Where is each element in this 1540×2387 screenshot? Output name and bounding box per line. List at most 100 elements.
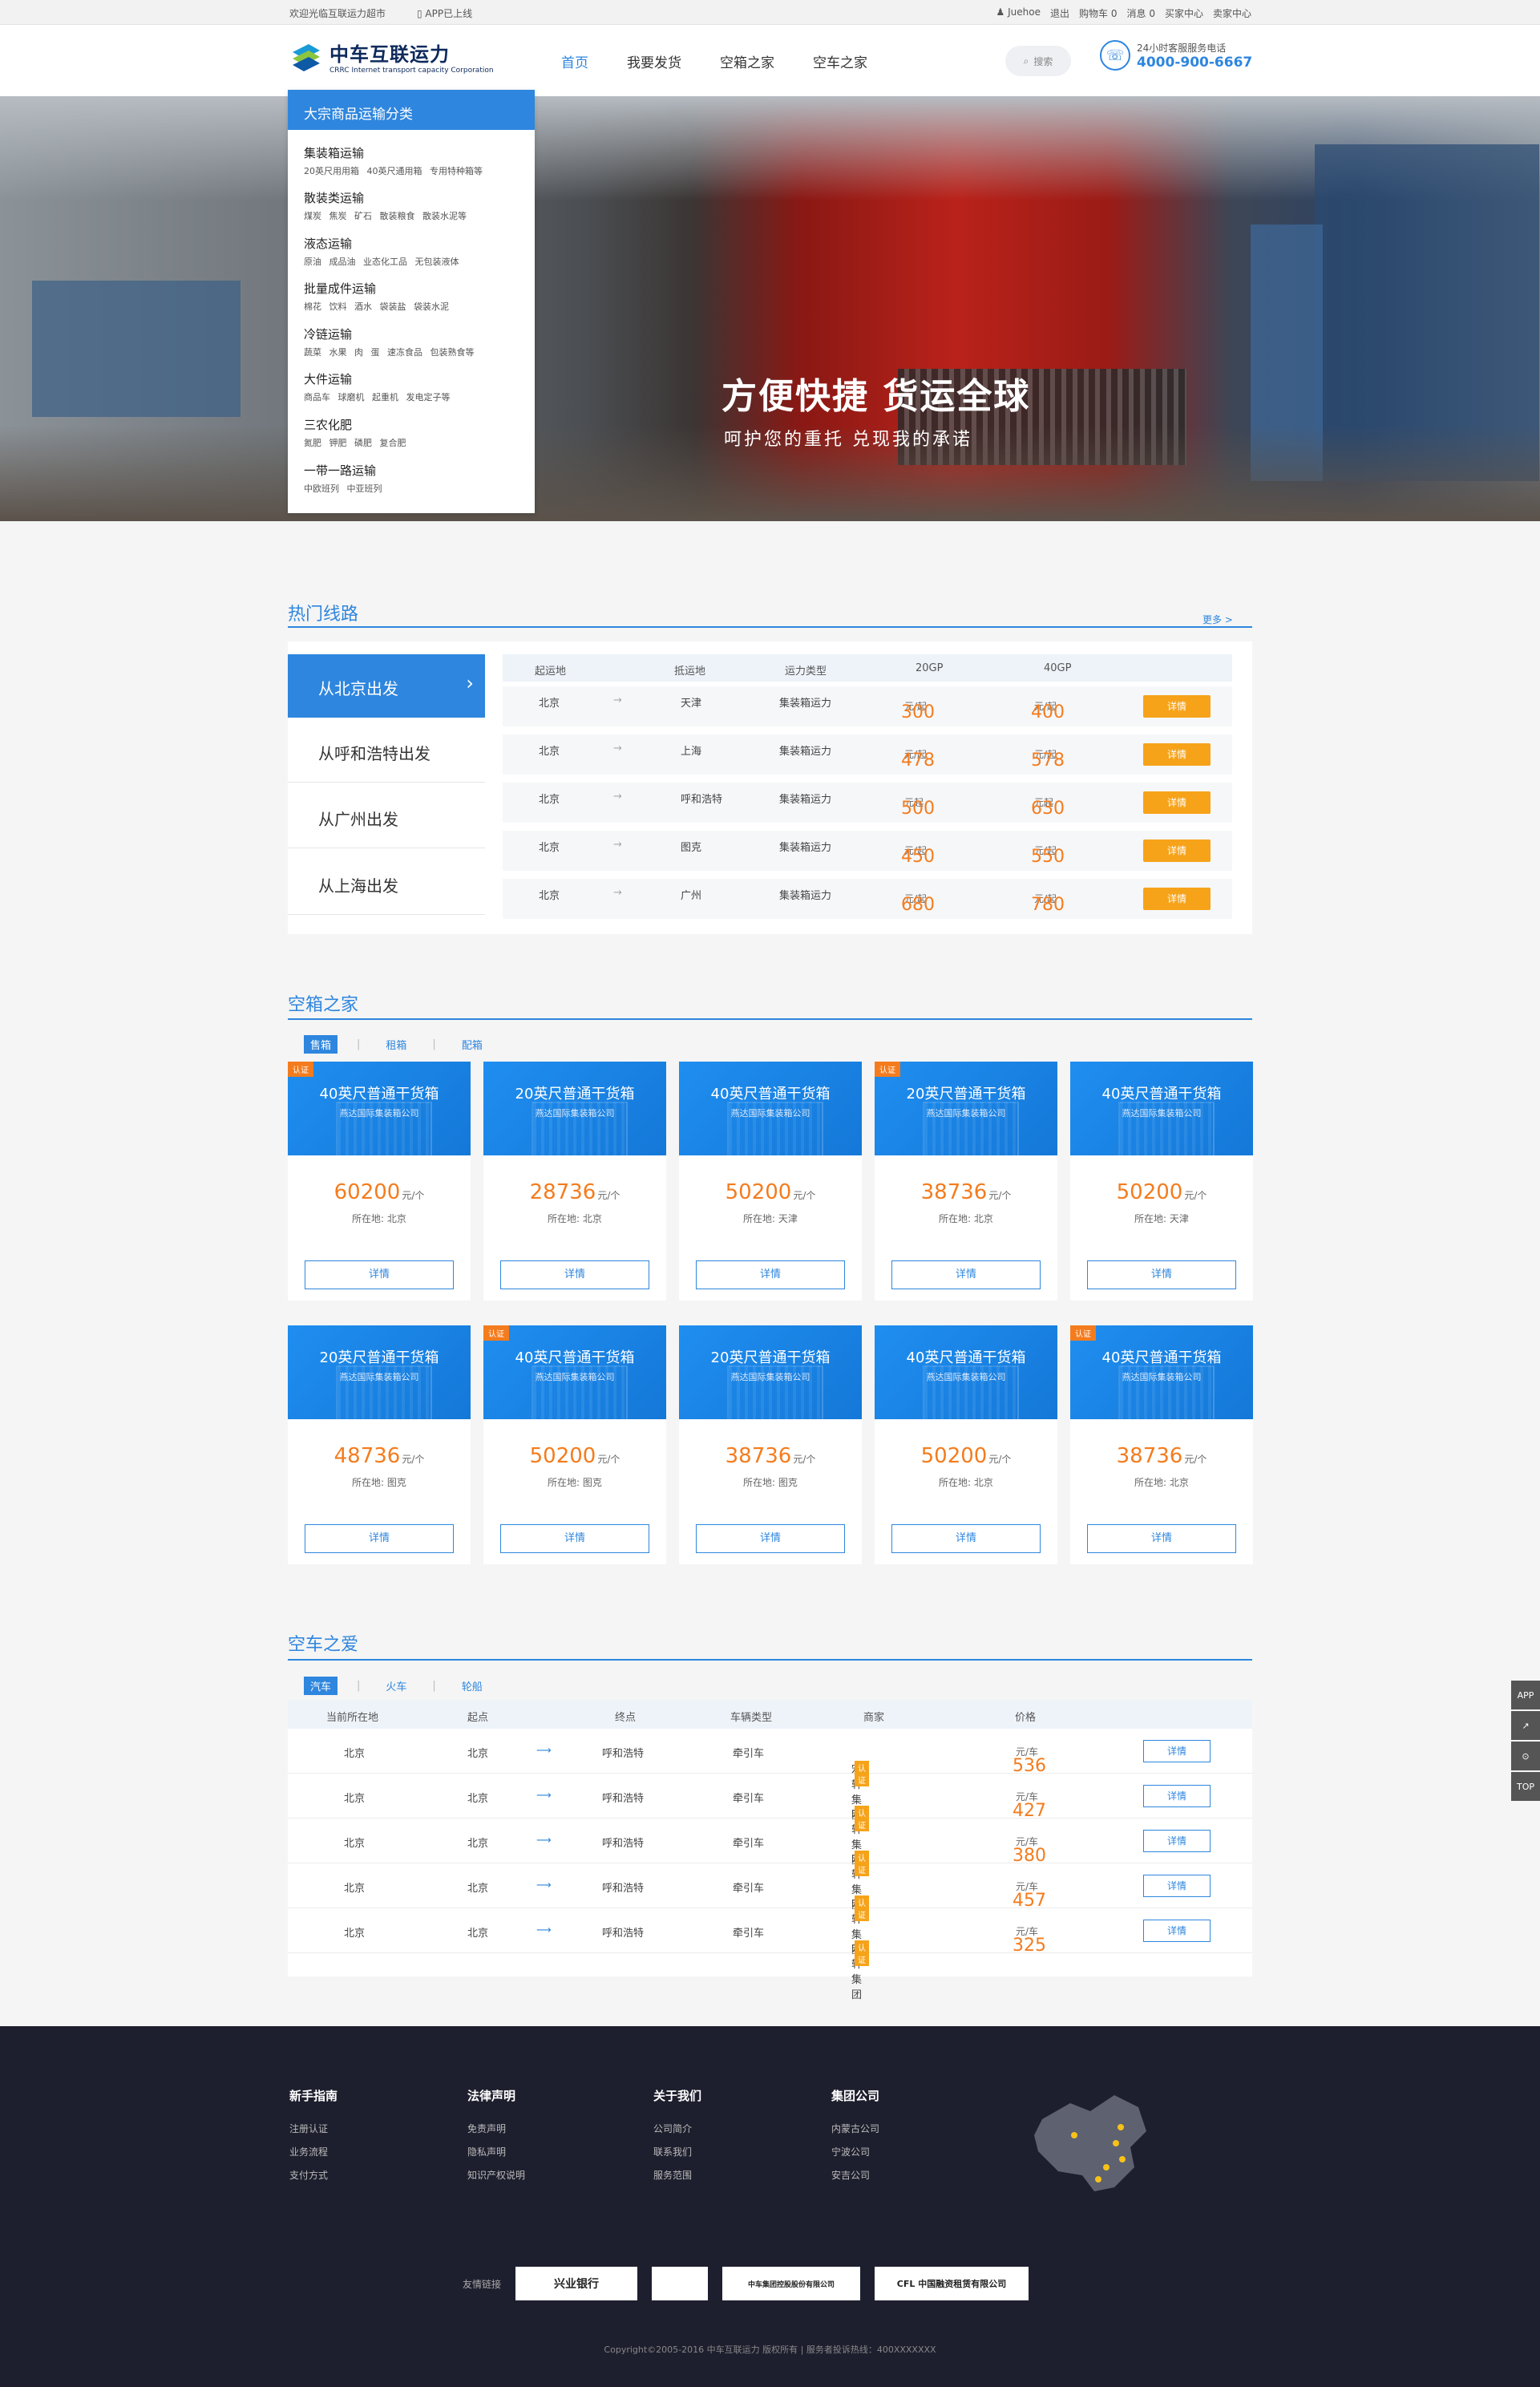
- tab-rent-box[interactable]: 租箱: [379, 1035, 413, 1054]
- box-detail-button[interactable]: 详情: [500, 1524, 649, 1553]
- category-item[interactable]: 一带一路运输 中欧班列 中亚班列: [304, 462, 382, 495]
- nav-home[interactable]: 首页: [561, 51, 588, 71]
- tab-match-box[interactable]: 配箱: [455, 1035, 489, 1054]
- tab-from-hohhot[interactable]: 从呼和浩特出发: [288, 719, 485, 783]
- trend-icon[interactable]: ↗: [1511, 1711, 1540, 1740]
- box-card[interactable]: 40英尺普通干货箱 燕达国际集装箱公司 50200 元/个 所在地: 天津 详情: [679, 1062, 862, 1301]
- box-detail-button[interactable]: 详情: [1087, 1524, 1236, 1553]
- box-detail-button[interactable]: 详情: [305, 1260, 454, 1289]
- box-price: 50200 元/个: [679, 1180, 862, 1204]
- cfl-logo[interactable]: CFL 中国融资租赁有限公司: [875, 2267, 1029, 2300]
- category-item[interactable]: 批量成件运输 棉花 饮料 酒水 袋装盐 袋装水泥: [304, 280, 449, 313]
- price-value: 780: [1031, 895, 1065, 915]
- tab-label: 从上海出发: [318, 876, 398, 896]
- truck-price: 380 元/车: [1013, 1830, 1046, 1866]
- tab-ship[interactable]: 轮船: [455, 1677, 489, 1695]
- route-detail-button[interactable]: 详情: [1143, 839, 1211, 862]
- logo[interactable]: 中车互联运力 CRRC Internet transport capacity …: [289, 38, 494, 75]
- tab-train[interactable]: 火车: [379, 1677, 413, 1695]
- box-detail-button[interactable]: 详情: [696, 1260, 845, 1289]
- route-to: 图克: [681, 842, 702, 854]
- footer-link[interactable]: 隐私声明: [467, 2145, 525, 2158]
- footer-link[interactable]: 联系我们: [653, 2145, 701, 2158]
- category-item[interactable]: 散装类运输 煤炭 焦炭 矿石 散装粮食 散装水泥等: [304, 189, 467, 222]
- box-card[interactable]: 20英尺普通干货箱 燕达国际集装箱公司 28736 元/个 所在地: 北京 详情: [483, 1062, 666, 1301]
- category-item[interactable]: 三农化肥 氮肥 钾肥 磷肥 复合肥: [304, 416, 406, 449]
- truck-detail-button[interactable]: 详情: [1143, 1830, 1211, 1852]
- box-card[interactable]: 40英尺普通干货箱 燕达国际集装箱公司 50200 元/个 所在地: 天津 详情: [1070, 1062, 1253, 1301]
- truck-detail-button[interactable]: 详情: [1143, 1785, 1211, 1807]
- search-button[interactable]: ⌕ 搜索: [1005, 46, 1071, 76]
- price-value: 50200: [529, 1444, 596, 1468]
- tab-from-beijing[interactable]: 从北京出发 ›: [288, 654, 485, 718]
- service-icon[interactable]: ⊙: [1511, 1742, 1540, 1770]
- holding-logo[interactable]: 中车集团控股股份有限公司: [722, 2267, 861, 2300]
- footer-link[interactable]: 公司简介: [653, 2122, 701, 2135]
- arrow-right-icon: ⟶: [536, 1924, 552, 1936]
- tab-from-shanghai[interactable]: 从上海出发: [288, 852, 485, 915]
- column-header: 商家: [863, 1712, 885, 1724]
- category-item[interactable]: 大件运输 商品车 球磨机 起重机 发电定子等: [304, 370, 451, 403]
- app-icon[interactable]: APP: [1511, 1681, 1540, 1709]
- box-detail-button[interactable]: 详情: [1087, 1260, 1236, 1289]
- seller-center-link[interactable]: 卖家中心: [1213, 6, 1251, 20]
- user-link[interactable]: ♟ Juehoe: [996, 6, 1041, 20]
- box-card[interactable]: 认证 40英尺普通干货箱 燕达国际集装箱公司 60200 元/个 所在地: 北京 详情: [288, 1062, 471, 1301]
- nav-ship[interactable]: 我要发货: [627, 51, 681, 71]
- footer-link[interactable]: 支付方式: [289, 2168, 338, 2182]
- category-item[interactable]: 冷链运输 蔬菜 水果 肉 蛋 速冻食品 包装熟食等: [304, 326, 474, 358]
- box-card[interactable]: 认证 40英尺普通干货箱 燕达国际集装箱公司 38736 元/个 所在地: 北京 详情: [1070, 1325, 1253, 1564]
- truck-detail-button[interactable]: 详情: [1143, 1740, 1211, 1762]
- nav-empty-truck[interactable]: 空车之家: [813, 51, 867, 71]
- footer-link[interactable]: 业务流程: [289, 2145, 338, 2158]
- box-card[interactable]: 40英尺普通干货箱 燕达国际集装箱公司 50200 元/个 所在地: 北京 详情: [875, 1325, 1057, 1564]
- back-to-top-button[interactable]: TOP: [1511, 1772, 1540, 1801]
- app-link[interactable]: ▯ APP已上线: [417, 6, 472, 20]
- footer-link[interactable]: 宁波公司: [831, 2145, 879, 2158]
- tab-sell-box[interactable]: 售箱: [304, 1035, 338, 1054]
- box-card[interactable]: 认证 20英尺普通干货箱 燕达国际集装箱公司 38736 元/个 所在地: 北京 详情: [875, 1062, 1057, 1301]
- category-item[interactable]: 液态运输 原油 成品油 业态化工品 无包装液体: [304, 235, 459, 268]
- price-value: 38736: [725, 1444, 792, 1468]
- footer-link[interactable]: 内蒙古公司: [831, 2122, 879, 2135]
- box-company: 燕达国际集装箱公司: [1122, 1372, 1202, 1382]
- bank-logo[interactable]: 兴业银行: [515, 2267, 638, 2300]
- column-header: 价格: [1015, 1712, 1037, 1724]
- nav-empty-box[interactable]: 空箱之家: [720, 51, 774, 71]
- box-detail-button[interactable]: 详情: [500, 1260, 649, 1289]
- box-detail-button[interactable]: 详情: [891, 1524, 1041, 1553]
- box-card[interactable]: 20英尺普通干货箱 燕达国际集装箱公司 48736 元/个 所在地: 图克 详情: [288, 1325, 471, 1564]
- message-link[interactable]: 消息 0: [1126, 6, 1154, 20]
- route-detail-button[interactable]: 详情: [1143, 888, 1211, 910]
- truck-current: 北京: [344, 1793, 366, 1805]
- hero-banner[interactable]: 方便快捷 货运全球 呵护您的重托 兑现我的承诺: [0, 96, 1540, 521]
- truck-detail-button[interactable]: 详情: [1143, 1875, 1211, 1897]
- tab-car[interactable]: 汽车: [304, 1677, 338, 1695]
- logout-link[interactable]: 退出: [1050, 6, 1069, 20]
- footer-link[interactable]: 免责声明: [467, 2122, 525, 2135]
- tab-from-guangzhou[interactable]: 从广州出发: [288, 785, 485, 848]
- truck-detail-button[interactable]: 详情: [1143, 1920, 1211, 1942]
- route-detail-button[interactable]: 详情: [1143, 743, 1211, 766]
- location-value: 图克: [386, 1477, 406, 1488]
- partner-logo[interactable]: [652, 2267, 709, 2300]
- buyer-center-link[interactable]: 买家中心: [1165, 6, 1203, 20]
- box-card[interactable]: 认证 40英尺普通干货箱 燕达国际集装箱公司 50200 元/个 所在地: 图克 详情: [483, 1325, 666, 1564]
- footer-link[interactable]: 知识产权说明: [467, 2168, 525, 2182]
- box-price: 38736 元/个: [679, 1444, 862, 1468]
- category-item[interactable]: 集装箱运输 20英尺用用箱 40英尺通用箱 专用特种箱等: [304, 144, 483, 177]
- more-link[interactable]: 更多 >: [1202, 613, 1233, 626]
- footer-link[interactable]: 服务范围: [653, 2168, 701, 2182]
- box-detail-button[interactable]: 详情: [696, 1524, 845, 1553]
- box-name: 20英尺普通干货箱: [710, 1349, 831, 1366]
- footer-link[interactable]: 安吉公司: [831, 2168, 879, 2182]
- truck-from: 北京: [467, 1793, 489, 1805]
- truck-section-title: 空车之爱: [288, 1635, 359, 1655]
- route-detail-button[interactable]: 详情: [1143, 791, 1211, 814]
- box-detail-button[interactable]: 详情: [891, 1260, 1041, 1289]
- box-detail-button[interactable]: 详情: [305, 1524, 454, 1553]
- footer-link[interactable]: 注册认证: [289, 2122, 338, 2135]
- cart-link[interactable]: 购物车 0: [1079, 6, 1117, 20]
- box-card[interactable]: 20英尺普通干货箱 燕达国际集装箱公司 38736 元/个 所在地: 图克 详情: [679, 1325, 862, 1564]
- route-detail-button[interactable]: 详情: [1143, 695, 1211, 718]
